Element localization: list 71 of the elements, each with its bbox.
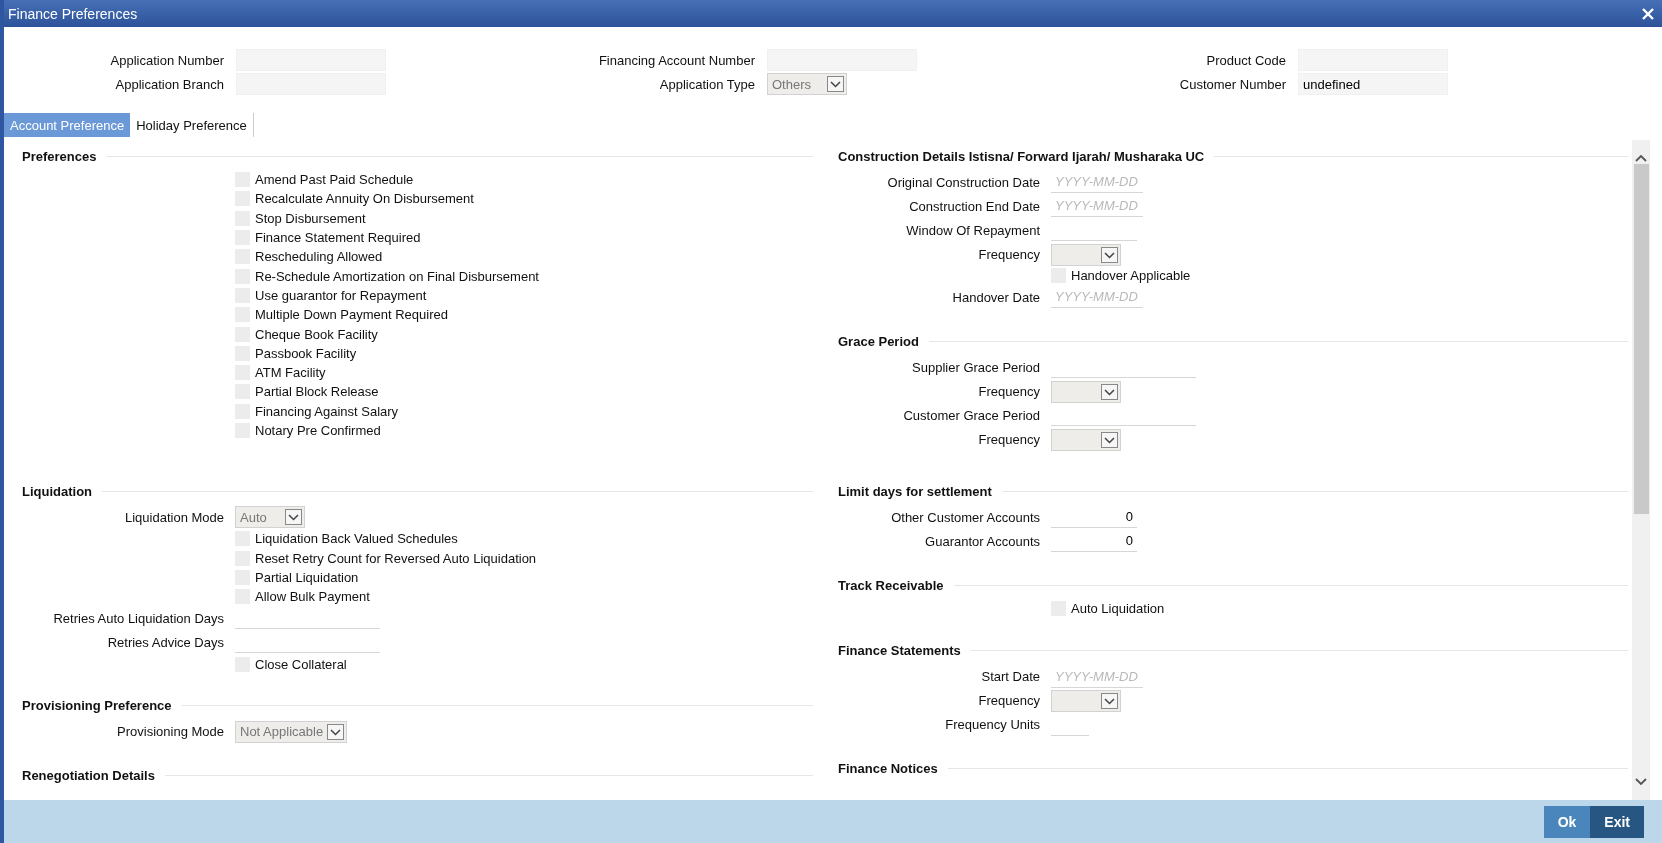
- chevron-down-icon[interactable]: [1635, 778, 1647, 786]
- field-label: Retries Advice Days: [106, 635, 224, 650]
- checkbox-label: Stop Disbursement: [255, 210, 366, 226]
- checkbox-label: Rescheduling Allowed: [255, 249, 383, 265]
- checkbox-label: Auto Liquidation: [1071, 601, 1165, 617]
- window-title: Finance Preferences: [8, 5, 138, 22]
- field-label: Liquidation Mode: [123, 509, 224, 525]
- field-label: Start Date: [980, 669, 1040, 685]
- checkbox-label: Use guarantor for Repayment: [255, 287, 427, 303]
- checkbox-label: Amend Past Paid Schedule: [255, 172, 414, 188]
- checkbox-label: Partial Liquidation: [255, 570, 359, 586]
- field-label: Customer Number: [1178, 76, 1286, 92]
- section-title: Liquidation: [22, 483, 93, 499]
- close-icon[interactable]: [1642, 7, 1654, 20]
- checkbox-label: Allow Bulk Payment: [255, 589, 370, 605]
- dropdown[interactable]: Auto: [235, 506, 305, 529]
- checkbox-label: Handover Applicable: [1071, 268, 1191, 284]
- field-label: Supplier Grace Period: [911, 359, 1040, 375]
- checkbox-label: Recalculate Annuity On Disbursement: [255, 191, 474, 207]
- field-label: Other Customer Accounts: [890, 509, 1040, 525]
- field-label: Frequency: [977, 383, 1040, 399]
- checkbox-label: Reset Retry Count for Reversed Auto Liquidation: [255, 550, 537, 566]
- section-title: Grace Period: [838, 333, 919, 349]
- scrollbar-thumb[interactable]: [1633, 164, 1649, 514]
- field-label: Handover Date: [951, 289, 1040, 305]
- footer-button[interactable]: Ok: [1543, 805, 1591, 838]
- field-label: Window Of Repayment: [905, 222, 1040, 238]
- text-field[interactable]: undefined: [1298, 73, 1448, 95]
- checkbox-label: Finance Statement Required: [255, 230, 421, 246]
- dropdown[interactable]: Not Applicable: [235, 720, 348, 743]
- field-label: Frequency Units: [944, 717, 1040, 733]
- field-label: Financing Account Number: [597, 52, 755, 68]
- section-title: Renegotiation Details: [22, 768, 155, 784]
- checkbox-label: Partial Block Release: [255, 384, 379, 400]
- dropdown[interactable]: [1051, 428, 1121, 451]
- dropdown[interactable]: [1051, 243, 1121, 266]
- dropdown[interactable]: [1051, 380, 1121, 403]
- field-label: Guarantor Accounts: [924, 533, 1040, 549]
- checkbox-label: Close Collateral: [255, 656, 347, 672]
- dropdown[interactable]: [1051, 690, 1121, 713]
- field-label: Application Branch: [114, 76, 224, 92]
- checkbox-label: Liquidation Back Valued Schedules: [255, 531, 458, 547]
- field-label: Frequency: [977, 246, 1040, 262]
- footer-button[interactable]: Exit: [1590, 805, 1644, 838]
- field-label: Product Code: [1205, 52, 1286, 68]
- section-title: Construction Details Istisna/ Forward Ijarah/ Musharaka UC: [838, 148, 1205, 164]
- section-title: Preferences: [22, 148, 97, 164]
- field-label: Construction End Date: [908, 198, 1040, 214]
- field-label: Provisioning Mode: [116, 724, 224, 740]
- section-title: Provisioning Preference: [22, 698, 172, 714]
- checkbox-label: Re-Schedule Amortization on Final Disbursement: [255, 268, 539, 284]
- checkbox-label: Passbook Facility: [255, 345, 357, 361]
- field-label: Application Number: [109, 52, 224, 68]
- field-label: Frequency: [977, 693, 1040, 709]
- checkbox-label: ATM Facility: [255, 365, 326, 381]
- checkbox-label: Financing Against Salary: [255, 403, 399, 419]
- section-title: Finance Notices: [838, 761, 938, 777]
- field-label: Customer Grace Period: [902, 407, 1040, 423]
- field-label: Frequency: [977, 431, 1040, 447]
- checkbox-label: Cheque Book Facility: [255, 326, 378, 342]
- field-label: Retries Auto Liquidation Days: [52, 611, 224, 626]
- field-label: Application Type: [658, 76, 755, 92]
- section-title: Track Receivable: [838, 577, 944, 593]
- chevron-up-icon[interactable]: [1635, 154, 1647, 162]
- dropdown[interactable]: Others: [767, 73, 847, 95]
- field-label: Original Construction Date: [886, 174, 1040, 190]
- section-title: Finance Statements: [838, 643, 961, 659]
- checkbox-label: Multiple Down Payment Required: [255, 307, 448, 323]
- section-title: Limit days for settlement: [838, 483, 992, 499]
- scrollbar[interactable]: [1632, 140, 1650, 800]
- checkbox-label: Notary Pre Confirmed: [255, 423, 381, 438]
